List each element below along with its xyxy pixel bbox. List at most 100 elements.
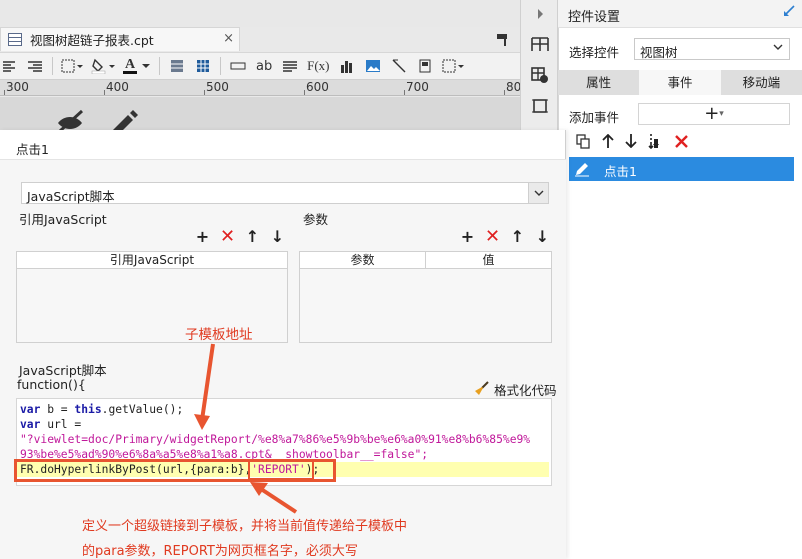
- caret-down-icon: ▾: [719, 109, 724, 119]
- chevron-down-icon: [772, 41, 784, 56]
- code-token: .getValue();: [101, 403, 184, 416]
- formula-button[interactable]: F(x): [307, 56, 329, 76]
- ref-js-table-header: 引用JavaScript: [17, 252, 287, 269]
- ruler-label: 800: [506, 80, 520, 94]
- params-toolbar: + ✕ ↑ ↓: [455, 226, 555, 247]
- column-header: 值: [482, 253, 495, 267]
- event-type-value: JavaScript脚本: [27, 189, 115, 204]
- params-table[interactable]: 参数 值: [299, 251, 552, 343]
- format-code-label: 格式化代码: [494, 383, 557, 398]
- move-up-icon[interactable]: [602, 133, 614, 152]
- ruler-tick: [104, 90, 105, 95]
- pin-icon[interactable]: [783, 5, 795, 21]
- ruler-label: 500: [206, 80, 229, 94]
- move-bottom-icon[interactable]: [648, 133, 664, 153]
- event-list-item[interactable]: 点击1: [569, 157, 794, 181]
- column-header: 参数: [300, 252, 426, 268]
- cell-icon[interactable]: [530, 96, 550, 116]
- ruler-label: 700: [406, 80, 429, 94]
- fill-color-icon[interactable]: [91, 56, 115, 76]
- panel-header: 控件设置: [558, 0, 802, 28]
- toolbar-divider: [220, 57, 222, 75]
- dialog-title: 点击1: [16, 142, 49, 157]
- bar-chart-icon[interactable]: [338, 56, 356, 76]
- report-file-icon: [8, 33, 22, 46]
- move-up-icon[interactable]: ↑: [240, 227, 265, 246]
- select-widget-dropdown[interactable]: 视图树: [634, 38, 790, 60]
- event-toolbar: [576, 133, 699, 153]
- annotation-note-line-1: 定义一个超级链接到子模板，并将当前值传递给子模板中: [82, 519, 408, 534]
- text-button[interactable]: ab: [255, 56, 273, 76]
- event-list-item-label: 点击1: [604, 164, 637, 179]
- copy-icon[interactable]: [576, 133, 591, 153]
- code-line-3: "?viewlet=doc/Primary/widgetReport/%e8%a…: [20, 433, 531, 446]
- select-widget-value: 视图树: [640, 45, 678, 60]
- move-down-icon[interactable]: [625, 134, 637, 152]
- toolbar-divider: [52, 57, 53, 75]
- edit-pencil-icon: [573, 160, 591, 181]
- ruler-tick: [4, 90, 5, 95]
- select-widget-label: 选择控件: [569, 45, 620, 60]
- align-justify-icon[interactable]: [281, 56, 299, 76]
- text-field-icon[interactable]: [229, 56, 247, 76]
- code-line-2: var url =: [20, 418, 81, 431]
- delete-icon[interactable]: [675, 134, 688, 152]
- tab-properties[interactable]: 属性: [558, 70, 639, 95]
- sub-report-icon[interactable]: [416, 56, 434, 76]
- align-right-icon[interactable]: [26, 56, 44, 76]
- ruler-tick: [304, 90, 305, 95]
- document-tab[interactable]: 视图树超链子报表.cpt ×: [0, 27, 240, 51]
- ref-js-toolbar: + ✕ ↑ ↓: [190, 226, 290, 247]
- format-toolbar: A ab F(x): [0, 52, 520, 80]
- document-tab-title: 视图树超链子报表.cpt: [30, 33, 154, 48]
- move-up-icon[interactable]: ↑: [505, 227, 530, 246]
- ruler-label: 400: [106, 80, 129, 94]
- move-down-icon[interactable]: ↓: [530, 227, 555, 246]
- tab-close-button[interactable]: ×: [223, 31, 234, 46]
- layout-icon[interactable]: [530, 34, 550, 54]
- ruler-label: 300: [6, 80, 29, 94]
- panel-tabs: 属性 事件 移动端: [558, 70, 802, 95]
- add-icon[interactable]: +: [190, 227, 215, 246]
- params-table-header: 参数 值: [300, 252, 551, 269]
- code-token: var: [20, 403, 41, 416]
- params-section-label: 参数: [303, 212, 329, 227]
- image-icon[interactable]: [364, 56, 382, 76]
- ruler-label: 600: [306, 80, 329, 94]
- delete-icon[interactable]: ✕: [215, 226, 240, 247]
- broom-icon: [474, 380, 489, 399]
- font-color-button[interactable]: A: [123, 56, 151, 76]
- function-label: function(){: [17, 377, 86, 392]
- format-code-button[interactable]: 格式化代码: [474, 380, 557, 399]
- annotation-sub-template-address: 子模板地址: [185, 327, 253, 343]
- code-token: b =: [40, 403, 75, 416]
- panel-title: 控件设置: [568, 10, 621, 25]
- border-icon[interactable]: [61, 56, 83, 76]
- code-token: var: [20, 418, 41, 431]
- cell-style-icon[interactable]: [168, 56, 186, 76]
- diagonal-line-icon[interactable]: [390, 56, 408, 76]
- align-left-icon[interactable]: [0, 56, 18, 76]
- horizontal-ruler: 300 400 500 600 700 800: [0, 80, 520, 96]
- delete-icon[interactable]: ✕: [480, 226, 505, 247]
- table-icon[interactable]: [194, 56, 212, 76]
- move-down-icon[interactable]: ↓: [265, 227, 290, 246]
- add-icon[interactable]: +: [455, 227, 480, 246]
- add-event-label: 添加事件: [569, 110, 620, 125]
- font-color-label: A: [123, 56, 138, 74]
- tab-events[interactable]: 事件: [639, 70, 721, 95]
- collapse-arrow-icon[interactable]: [530, 4, 550, 24]
- tab-mobile[interactable]: 移动端: [721, 70, 802, 95]
- format-painter-icon[interactable]: [496, 33, 510, 50]
- select-region-icon[interactable]: [442, 56, 466, 76]
- chevron-down-icon[interactable]: [528, 183, 548, 203]
- ruler-tick: [404, 90, 405, 95]
- event-type-select[interactable]: JavaScript脚本: [21, 182, 549, 204]
- code-line-1: var b = this.getValue();: [20, 403, 183, 416]
- add-event-button[interactable]: +▾: [638, 103, 790, 125]
- side-icon-bar: [520, 0, 558, 130]
- widget-settings-icon[interactable]: [530, 65, 550, 85]
- ruler-tick: [504, 90, 505, 95]
- code-token: this: [74, 403, 102, 416]
- column-header: 引用JavaScript: [109, 253, 195, 267]
